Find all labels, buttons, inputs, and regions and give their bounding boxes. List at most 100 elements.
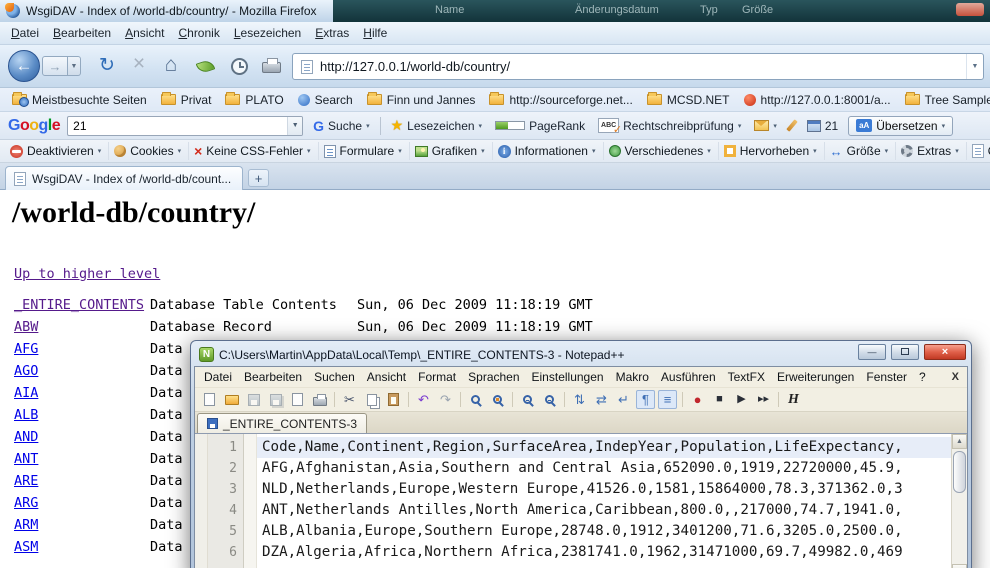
copy-icon[interactable] [362,390,381,409]
listing-link[interactable]: ARE [14,473,38,489]
np-menu-datei[interactable]: Datei [198,368,238,386]
stop-button[interactable]: × [126,53,152,74]
play-macro-icon[interactable]: ▶ [732,390,751,409]
minimize-button[interactable]: — [858,344,886,360]
vertical-scrollbar[interactable]: ▲ ▼ [951,434,967,568]
listing-link[interactable]: ALB [14,407,38,423]
listing-link[interactable]: AND [14,429,38,445]
scroll-down-arrow-icon[interactable]: ▼ [952,564,967,568]
pagerank-widget[interactable]: PageRank [492,117,588,135]
print-icon[interactable] [262,62,281,73]
save-all-icon[interactable] [266,390,285,409]
webdev-css[interactable]: ×Keine CSS-Fehler▾ [189,142,318,160]
listing-link[interactable]: AFG [14,341,38,357]
highlighter-button[interactable] [787,117,797,134]
find-icon[interactable] [466,390,485,409]
up-to-higher-level-link[interactable]: Up to higher level [14,266,160,282]
notepad-editor[interactable]: 1 2 3 4 5 6 Code,Name,Continent,Region,S… [195,433,967,568]
maximize-button[interactable] [891,344,919,360]
editor-line[interactable]: ALB,Albania,Europe,Southern Europe,28748… [257,521,951,542]
indent-guide-icon[interactable]: ≡ [658,390,677,409]
listing-link[interactable]: ANT [14,451,38,467]
notepad-titlebar[interactable]: N C:\Users\Martin\AppData\Local\Temp\_EN… [194,341,968,366]
menu-lesezeichen[interactable]: Lesezeichen [227,23,308,43]
menu-extras[interactable]: Extras [308,23,356,43]
scroll-up-arrow-icon[interactable]: ▲ [952,434,967,449]
record-macro-icon[interactable]: ● [688,390,707,409]
bookmark-privat[interactable]: Privat [155,91,218,109]
undo-icon[interactable]: ↶ [414,390,433,409]
translate-button[interactable]: aAÜbersetzen▾ [848,116,953,136]
np-menu-fenster[interactable]: Fenster [860,368,913,386]
open-file-icon[interactable] [222,390,241,409]
editor-line[interactable]: AFG,Afghanistan,Asia,Southern and Centra… [257,458,951,479]
replace-icon[interactable] [488,390,507,409]
listing-link[interactable]: ASM [14,539,38,555]
np-menu-erweiterungen[interactable]: Erweiterungen [771,368,860,386]
editor-line[interactable]: NLD,Netherlands,Europe,Western Europe,41… [257,479,951,500]
new-tab-button[interactable]: + [248,169,269,187]
menu-bearbeiten[interactable]: Bearbeiten [46,23,118,43]
url-bar[interactable]: ▼ [292,53,984,80]
webdev-quelltext[interactable]: Quelltext▾ [967,142,990,160]
bookmark-sourceforge[interactable]: http://sourceforge.net... [483,91,638,109]
np-menu-bearbeiten[interactable]: Bearbeiten [238,368,308,386]
listing-link[interactable]: ARG [14,495,38,511]
google-bookmarks-button[interactable]: ★Lesezeichen▾ [388,115,485,136]
print-icon[interactable] [310,390,329,409]
notepad-tab-entire-contents[interactable]: _ENTIRE_CONTENTS-3 [197,413,367,433]
run-macro-multiple-icon[interactable]: ▸▸ [754,390,773,409]
google-search-box[interactable]: ▼ [67,116,303,136]
zoom-in-icon[interactable] [518,390,537,409]
bookmark-finn-und-jannes[interactable]: Finn und Jannes [361,91,482,109]
bookmark-plato[interactable]: PLATO [219,91,289,109]
url-input[interactable] [320,59,966,74]
close-file-icon[interactable] [288,390,307,409]
google-search-input[interactable] [68,119,287,133]
listing-link[interactable]: ARM [14,517,38,533]
paste-icon[interactable] [384,390,403,409]
webdev-cookies[interactable]: Cookies▾ [109,142,189,160]
webdev-formulare[interactable]: Formulare▾ [319,142,410,160]
editor-line[interactable]: ANT,Netherlands Antilles,North America,C… [257,500,951,521]
editor-line[interactable]: DZA,Algeria,Africa,Northern Africa,23817… [257,542,951,563]
home-button[interactable]: ⌂ [158,54,184,75]
menu-hilfe[interactable]: Hilfe [356,23,394,43]
new-file-icon[interactable] [200,390,219,409]
np-menu-ansicht[interactable]: Ansicht [361,368,412,386]
notepad-plus-plus-window[interactable]: N C:\Users\Martin\AppData\Local\Temp\_EN… [190,340,972,568]
listing-link[interactable]: AIA [14,385,38,401]
np-menu-suchen[interactable]: Suchen [308,368,361,386]
back-button[interactable]: ← [8,50,40,82]
scrollbar-thumb[interactable] [953,451,966,493]
np-menubar-close-button[interactable]: X [944,371,967,383]
background-close-button[interactable] [956,3,984,16]
url-dropdown-button[interactable]: ▼ [966,54,983,79]
history-dropdown-button[interactable]: ▼ [68,56,81,76]
save-icon[interactable] [244,390,263,409]
np-menu-sprachen[interactable]: Sprachen [462,368,525,386]
refresh-button[interactable]: ↻ [94,56,120,75]
bookmark-most-visited[interactable]: Meistbesuchte Seiten [6,91,153,109]
menu-datei[interactable]: Datei [4,23,46,43]
editor-line[interactable]: Code,Name,Continent,Region,SurfaceArea,I… [257,437,951,458]
bookmark-localhost-8001[interactable]: http://127.0.0.1:8001/a... [738,91,897,109]
webdev-extras[interactable]: Extras▾ [896,142,967,160]
np-menu-format[interactable]: Format [412,368,462,386]
np-menu-ausfuehren[interactable]: Ausführen [655,368,722,386]
webdev-informationen[interactable]: iInformationen▾ [493,142,604,160]
redo-icon[interactable]: ↷ [436,390,455,409]
show-all-characters-icon[interactable]: ¶ [636,390,655,409]
history-clock-icon[interactable] [231,58,248,75]
listing-link[interactable]: _ENTIRE_CONTENTS [14,297,144,313]
tab-wsgidav[interactable]: WsgiDAV - Index of /world-db/count... [5,166,243,190]
popup-blocker-button[interactable]: 21 [804,117,841,135]
np-menu-einstellungen[interactable]: Einstellungen [526,368,610,386]
stop-macro-icon[interactable]: ■ [710,390,729,409]
webdev-hervorheben[interactable]: Hervorheben▾ [719,142,825,160]
np-menu-help[interactable]: ? [913,368,932,386]
webdev-grafiken[interactable]: Grafiken▾ [410,142,493,160]
menu-chronik[interactable]: Chronik [171,23,226,43]
sync-vertical-icon[interactable]: ⇅ [570,390,589,409]
np-menu-textfx[interactable]: TextFX [722,368,771,386]
